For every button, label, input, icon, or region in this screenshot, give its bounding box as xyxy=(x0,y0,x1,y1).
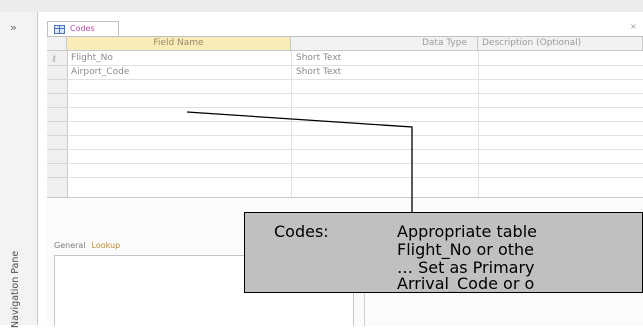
callout-label: Codes: xyxy=(274,222,329,241)
callout-line: Arrival_Code or o xyxy=(397,274,535,293)
callout-line: Flight_No or othe xyxy=(397,240,535,259)
callout-line: Appropriate table xyxy=(397,222,537,241)
annotation-callout: Codes: Appropriate table Flight_No or ot… xyxy=(244,212,643,293)
